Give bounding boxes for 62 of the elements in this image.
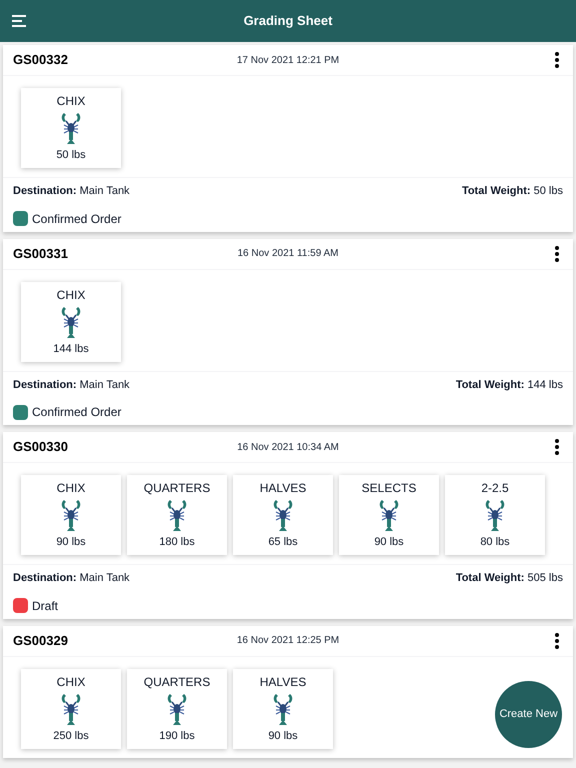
menu-icon[interactable]	[12, 15, 26, 27]
sheet-date: 16 Nov 2021 12:25 PM	[236, 634, 340, 648]
grade-tile[interactable]: CHIX 50 lbs	[21, 88, 121, 168]
lobster-icon	[60, 692, 82, 726]
grade-weight: 90 lbs	[268, 728, 298, 742]
destination-text: Destination: Main Tank	[13, 571, 130, 586]
total-weight-text: Total Weight: 505 lbs	[456, 571, 563, 586]
sheet-id: GS00329	[13, 632, 68, 650]
grade-weight: 250 lbs	[53, 728, 89, 742]
sheet-id: GS00331	[13, 244, 68, 263]
lobster-icon	[166, 692, 188, 726]
grade-tile[interactable]: CHIX 250 lbs	[21, 668, 121, 748]
grade-weight: 90 lbs	[56, 535, 86, 549]
grade-tile[interactable]: HALVES 90 lbs	[233, 668, 333, 748]
grade-name: CHIX	[56, 288, 86, 302]
grade-tile[interactable]: HALVES 65 lbs	[233, 475, 333, 555]
lobster-icon	[272, 498, 294, 532]
grade-name: QUARTERS	[144, 674, 210, 688]
grade-weight: 65 lbs	[268, 535, 298, 549]
total-weight-text: Total Weight: 144 lbs	[456, 378, 563, 392]
sheet-card[interactable]: GS00331 16 Nov 2021 11:59 AM CHIX 144 lbs Destination: Main Tank Total Weight: 144 lbs Confirmed Order	[3, 238, 573, 425]
lobster-icon	[60, 304, 82, 338]
lobster-icon	[378, 498, 400, 532]
grade-weight: 190 lbs	[159, 728, 195, 742]
grade-weight: 180 lbs	[159, 535, 195, 549]
total-weight-text: Total Weight: 50 lbs	[462, 184, 563, 199]
sheet-id: GS00332	[13, 51, 68, 70]
header-title: Grading Sheet	[244, 12, 332, 30]
lobster-icon	[484, 498, 506, 532]
grade-tile[interactable]: QUARTERS 180 lbs	[127, 475, 227, 555]
grade-tile[interactable]: CHIX 144 lbs	[21, 282, 121, 362]
sheet-id: GS00330	[13, 438, 68, 456]
grade-name: QUARTERS	[144, 481, 210, 495]
lobster-icon	[272, 692, 294, 726]
lobster-icon	[166, 498, 188, 532]
sheet-date: 16 Nov 2021 11:59 AM	[238, 247, 338, 261]
sheet-date: 17 Nov 2021 12:21 PM	[236, 54, 340, 68]
destination-text: Destination: Main Tank	[13, 378, 130, 392]
sheet-date: 16 Nov 2021 10:34 AM	[237, 440, 339, 454]
lobster-icon	[60, 498, 82, 532]
grade-name: CHIX	[56, 674, 86, 688]
status-label: Confirmed Order	[32, 210, 122, 228]
grade-tile[interactable]: CHIX 90 lbs	[21, 475, 121, 555]
grade-name: 2-2.5	[481, 481, 509, 495]
grade-name: SELECTS	[362, 481, 416, 495]
grade-tile[interactable]: 2-2.5 80 lbs	[445, 475, 545, 555]
destination-text: Destination: Main Tank	[13, 184, 130, 199]
status-label: Confirmed Order	[32, 404, 122, 421]
status-label: Draft	[32, 598, 58, 614]
grade-name: CHIX	[56, 94, 86, 108]
grade-name: HALVES	[260, 674, 306, 688]
sheet-card[interactable]: GS00330 16 Nov 2021 10:34 AM CHIX 90 lbs QUARTERS 180 lbs HALVES 65 lbs SELECTS 90 lbs 2-2.5 80 lbs Destination: Main Tank Total Weight: 505 lbs Draft	[3, 432, 573, 618]
grade-tile[interactable]: SELECTS 90 lbs	[339, 475, 439, 555]
grade-weight: 80 lbs	[480, 535, 510, 549]
grade-name: CHIX	[56, 481, 86, 495]
grade-weight: 50 lbs	[56, 148, 86, 162]
grade-weight: 90 lbs	[374, 535, 404, 549]
lobster-icon	[60, 111, 82, 145]
grade-name: HALVES	[260, 481, 306, 495]
grade-tile[interactable]: QUARTERS 190 lbs	[127, 668, 227, 748]
grade-weight: 144 lbs	[53, 342, 89, 356]
sheet-card[interactable]: GS00332 17 Nov 2021 12:21 PM CHIX 50 lbs Destination: Main Tank Total Weight: 50 lbs Confirmed Order	[3, 45, 573, 232]
